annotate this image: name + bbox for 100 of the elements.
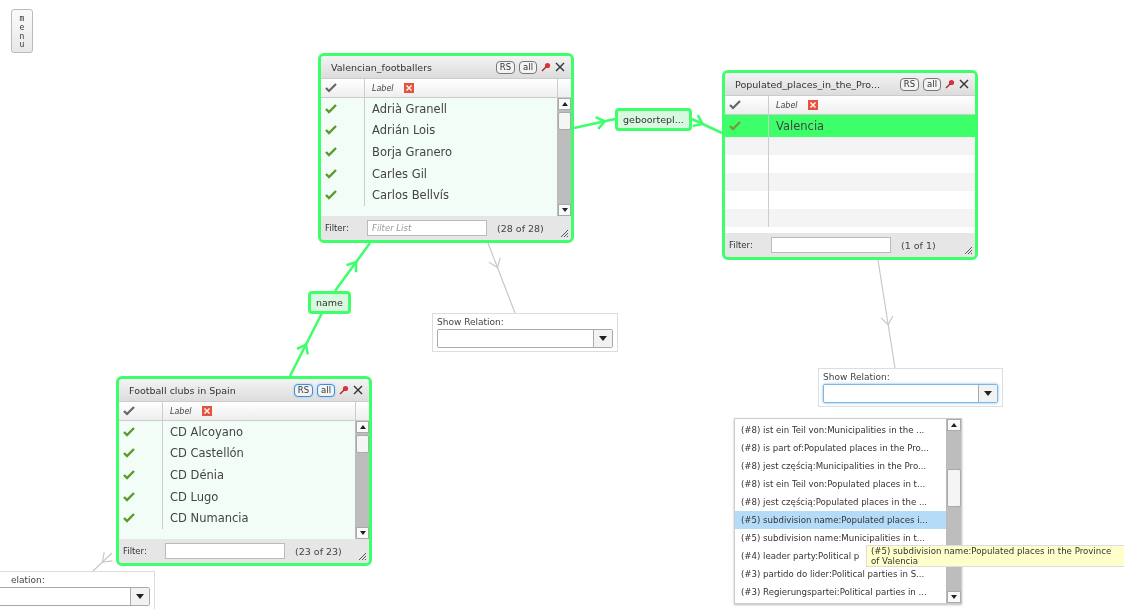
check-icon[interactable] xyxy=(729,120,741,131)
relation-option[interactable]: (#8) jest częścią:Populated places in the ... xyxy=(735,493,946,511)
pin-icon[interactable] xyxy=(339,385,349,395)
panel-button[interactable]: RS xyxy=(293,383,314,397)
list-row[interactable]: Carles Gil xyxy=(321,162,557,185)
scroll-up-icon[interactable] xyxy=(951,423,957,427)
list-row[interactable]: CD Dénia xyxy=(119,464,355,486)
item-count: (1 of 1) xyxy=(901,239,936,251)
row-label: CD Lugo xyxy=(170,489,219,504)
list-row[interactable]: Adrià Granell xyxy=(321,98,557,120)
filter-field[interactable] xyxy=(771,237,891,253)
scrollbar[interactable] xyxy=(355,421,369,539)
column-header: Label xyxy=(372,83,394,93)
resize-grip-icon[interactable] xyxy=(964,246,973,255)
check-icon[interactable] xyxy=(325,83,337,93)
scroll-down-icon[interactable] xyxy=(359,531,366,535)
dropdown-arrow-icon[interactable] xyxy=(599,335,607,342)
scroll-thumb[interactable] xyxy=(558,112,571,130)
check-icon[interactable] xyxy=(123,406,135,416)
row-label: Carles Gil xyxy=(372,166,428,181)
scroll-down-icon[interactable] xyxy=(561,208,568,212)
column-header: Label xyxy=(776,100,798,110)
close-icon[interactable] xyxy=(555,62,565,72)
panel-title: Populated_places_in_the_Pro... xyxy=(735,78,881,90)
check-icon[interactable] xyxy=(325,168,337,179)
resize-grip-icon[interactable] xyxy=(560,229,569,238)
remove-icon[interactable] xyxy=(403,83,414,93)
pin-icon[interactable] xyxy=(945,79,955,89)
tooltip: (#5) subdivision name:Populated places in the Province of Valencia xyxy=(866,545,1124,567)
list-row[interactable]: Valencia xyxy=(725,115,975,137)
relation-caption: Show Relation: xyxy=(823,372,890,382)
list-row[interactable]: CD Alcoyano xyxy=(119,421,355,443)
row-label: Carlos Bellvís xyxy=(372,188,450,203)
list-row[interactable]: CD Numancia xyxy=(119,507,355,529)
row-label: Adrià Granell xyxy=(372,101,448,116)
relation-label[interactable]: geboortepl... xyxy=(615,108,692,131)
relation-caption: Show Relation: xyxy=(437,317,504,327)
remove-icon[interactable] xyxy=(807,100,818,110)
relation-option[interactable]: (#8) is part of:Populated places in the Pro... xyxy=(735,439,946,457)
item-count: (28 of 28) xyxy=(497,222,544,234)
filter-label: Filter: xyxy=(729,240,754,250)
relation-option[interactable]: (#3) Regierungspartei:Political parties in ... xyxy=(735,583,946,601)
relation-option[interactable]: (#3) partido do lider:Political parties in S... xyxy=(735,565,946,583)
dropdown-arrow-icon[interactable] xyxy=(136,593,144,600)
panel-title: Valencian_footballers xyxy=(331,61,433,73)
row-label: Borja Granero xyxy=(372,145,453,159)
remove-icon[interactable] xyxy=(201,406,212,416)
pin-icon[interactable] xyxy=(541,62,551,72)
scrollbar[interactable] xyxy=(557,98,571,216)
list-row[interactable]: Carlos Bellvís xyxy=(321,184,557,206)
row-label: Adrián Lois xyxy=(372,123,436,138)
row-label: CD Alcoyano xyxy=(170,424,244,439)
row-label: CD Dénia xyxy=(170,468,224,482)
check-icon[interactable] xyxy=(123,470,135,480)
column-header: Label xyxy=(170,406,192,416)
row-label: Valencia xyxy=(776,118,825,133)
resize-grip-icon[interactable] xyxy=(358,552,367,561)
relation-option[interactable]: (#8) ist ein Teil von:Municipalities in the ... xyxy=(735,421,946,439)
item-count: (23 of 23) xyxy=(295,545,342,557)
panel-button[interactable]: all xyxy=(519,60,537,74)
check-icon[interactable] xyxy=(325,103,337,114)
menu-button[interactable]: menu xyxy=(11,9,33,53)
check-icon[interactable] xyxy=(325,147,337,157)
scroll-thumb[interactable] xyxy=(356,435,369,453)
panel-button[interactable]: RS xyxy=(899,77,920,91)
dropdown-arrow-icon[interactable] xyxy=(984,390,992,397)
relation-option[interactable]: (#5) subdivision name:Populated places i... xyxy=(735,511,946,529)
filter-field[interactable] xyxy=(165,543,285,559)
relation-option[interactable]: (#8) jest częścią:Municipalities in the Pro... xyxy=(735,457,946,475)
check-icon[interactable] xyxy=(123,513,135,524)
row-label: CD Castellón xyxy=(170,446,244,461)
list-row[interactable]: Adrián Lois xyxy=(321,119,557,142)
list-row[interactable]: Borja Granero xyxy=(321,141,557,163)
panel-title: Football clubs in Spain xyxy=(129,384,236,396)
relation-caption: elation: xyxy=(11,575,45,585)
check-icon[interactable] xyxy=(123,448,135,459)
scroll-thumb[interactable] xyxy=(947,469,961,507)
panel-button[interactable]: RS xyxy=(495,60,516,74)
scroll-up-icon[interactable] xyxy=(359,425,366,429)
list-row[interactable]: CD Castellón xyxy=(119,442,355,465)
check-icon[interactable] xyxy=(123,491,135,502)
filter-label: Filter: xyxy=(123,546,148,556)
panel-button[interactable]: all xyxy=(317,383,335,397)
scroll-up-icon[interactable] xyxy=(561,102,568,106)
check-icon[interactable] xyxy=(325,190,337,201)
panel-button[interactable]: all xyxy=(923,77,941,91)
filter-label: Filter: xyxy=(325,223,350,233)
connector-arrow xyxy=(92,551,114,572)
close-icon[interactable] xyxy=(959,79,969,89)
relation-option[interactable]: (#5) subdivision name:Municipalities in t... xyxy=(735,529,946,547)
list-row[interactable]: CD Lugo xyxy=(119,485,355,508)
filter-field[interactable]: Filter List xyxy=(367,220,487,236)
check-icon[interactable] xyxy=(325,125,337,136)
check-icon[interactable] xyxy=(123,426,135,437)
close-icon[interactable] xyxy=(353,385,363,395)
relation-option[interactable]: (#8) ist ein Teil von:Populated places in t... xyxy=(735,475,946,493)
check-icon[interactable] xyxy=(729,100,741,110)
row-label: CD Numancia xyxy=(170,511,249,526)
scroll-down-icon[interactable] xyxy=(951,595,957,599)
relation-label[interactable]: name xyxy=(308,291,351,314)
